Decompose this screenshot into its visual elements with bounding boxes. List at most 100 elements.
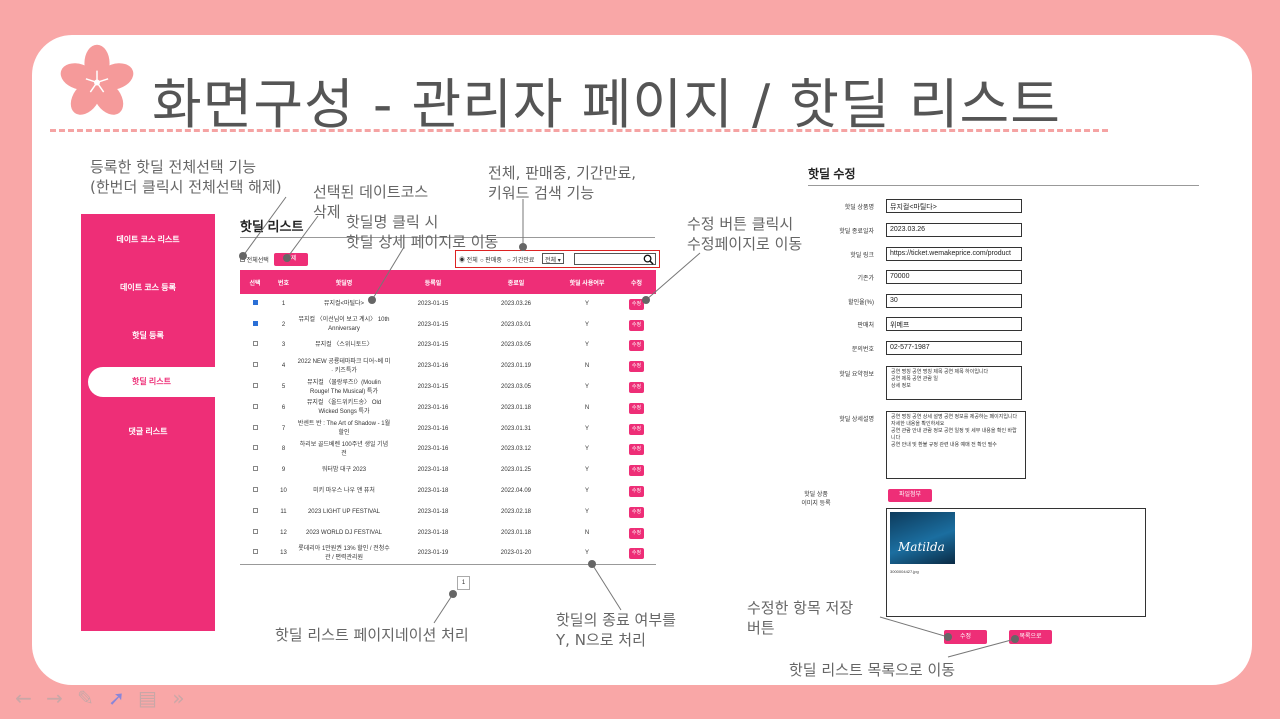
field-label-enddate: 핫딜 종료일자 [839,229,874,235]
table-row: 4 2022 NEW 공룡테마파크 디어~베 미 · 키즈특가 2023-01-16… [240,356,656,377]
row-checkbox[interactable] [252,362,258,368]
row-name-link[interactable]: 뮤지컬 〈이선님이 보고 계시〉 10th Anniversary [297,315,391,336]
pen-icon[interactable]: ✎ [70,686,101,710]
discount-input[interactable]: 30 [886,294,1022,308]
admin-sidebar: 데이트 코스 리스트 데이트 코스 등록 핫딜 등록 댓글 리스트 [81,214,215,631]
row-reg-date: 2023-01-18 [417,529,449,536]
end-date-input[interactable]: 2023.03.26 [886,223,1022,237]
pointer-icon[interactable]: ➚ [101,686,132,710]
next-arrow-icon[interactable]: → [39,686,70,710]
row-checkbox[interactable] [252,549,258,555]
row-edit-button[interactable]: 수정 [628,340,645,352]
row-checkbox[interactable] [252,487,258,493]
row-name-link[interactable]: 2023 WORLD DJ FESTIVAL [297,523,391,544]
annotation-filter: 전체, 판매중, 기간만료, 키워드 검색 기능 [488,164,637,202]
row-end-date: 2023.03.26 [500,300,532,307]
edit-title: 핫딜 수정 [808,167,856,181]
row-use-yn: N [584,529,590,536]
sidebar-item-date-course-register[interactable]: 데이트 코스 등록 [81,282,215,293]
row-name-link[interactable]: 반센트 반 : The Art of Shadow - 1월 할인 [297,419,391,440]
row-edit-button[interactable]: 수정 [628,527,645,539]
row-name-link[interactable]: 미키 마우스 나우 앤 퓨처 [297,481,391,502]
row-reg-date: 2023-01-18 [417,488,449,495]
delete-button[interactable]: 삭제 [274,253,308,266]
row-edit-button[interactable]: 수정 [628,361,645,373]
slides-icon[interactable]: ▤ [132,686,163,710]
table-row: 8 하리보 골드베렌 100주년 생일 기념 전 2023-01-16 2023.03… [240,440,656,461]
price-input[interactable]: 70000 [886,270,1022,284]
select-all-checkbox[interactable]: 전체선택 [240,255,269,264]
row-edit-button[interactable]: 수정 [628,486,645,498]
row-edit-button[interactable]: 수정 [628,402,645,414]
sidebar-item-comment-list[interactable]: 댓글 리스트 [81,426,215,437]
row-name-link[interactable]: 뮤지컬 〈올드위키드송〉 Old Wicked Songs 특가 [297,398,391,419]
attach-file-button[interactable]: 파일첨부 [888,489,932,502]
row-edit-button[interactable]: 수정 [628,382,645,394]
slideshow-toolbar: ← → ✎ ➚ ▤» [8,686,194,714]
more-icon[interactable]: » [163,686,194,710]
link-input[interactable]: https://ticket.wemakeprice.com/product [886,247,1022,261]
sidebar-item-hotdeal-register[interactable]: 핫딜 등록 [81,330,215,341]
row-use-yn: Y [584,384,589,391]
row-checkbox[interactable] [252,299,258,305]
table-row: 7 반센트 반 : The Art of Shadow - 1월 할인 2023-0… [240,419,656,440]
row-name-link[interactable]: 롯데리아 1만원권 13% 할인 / 전청수관 / 편력관리원 [297,543,391,565]
row-edit-button[interactable]: 수정 [628,465,645,477]
table-row: 10 미키 마우스 나우 앤 퓨처 2023-01-18 2022.04.09 Y 수정 [240,481,656,502]
row-name-link[interactable]: 뮤지컬<마틸다> [297,294,391,315]
hotdeal-name-input[interactable]: 뮤지컬<마틸다> [886,199,1022,213]
row-edit-button[interactable]: 수정 [628,298,645,310]
filter-onsale-radio[interactable]: ○ 판매중 [480,255,502,264]
row-reg-date: 2023-01-15 [417,321,449,328]
summary-textarea[interactable]: 공연 명칭 공연 명칭 제목 공연 제목 하이입니다 공연 제목 공연 관람 일… [886,366,1022,400]
seller-input[interactable]: 위메프 [886,317,1022,331]
detail-textarea[interactable]: 공연 명칭 공연 상세 설명 공연 정보를 제공하는 페이지입니다 자세한 내용… [886,411,1026,479]
row-checkbox[interactable] [252,320,258,326]
row-name-link[interactable]: 뮤지컬 〈물랑루즈!〉(Moulin Rouge! The Musical) 특… [297,377,391,398]
row-name-link[interactable]: 2022 NEW 공룡테마파크 디어~베 미 · 키즈특가 [297,356,391,377]
row-end-date: 2023.01.18 [500,529,532,536]
save-button[interactable]: 수정 [944,630,987,644]
row-edit-button[interactable]: 수정 [628,444,645,456]
row-checkbox[interactable] [252,445,258,451]
row-end-date: 2023-01-20 [475,543,557,565]
filter-expired-radio[interactable]: ○ 기간만료 [507,255,534,264]
filter-select[interactable]: 전체 ▾ [542,253,564,264]
row-checkbox[interactable] [252,528,258,534]
phone-input[interactable]: 02-577-1987 [886,341,1022,355]
pagination-page-1[interactable]: 1 [457,576,470,590]
row-edit-button[interactable]: 수정 [628,423,645,435]
col-header-end: 종료일 [475,270,557,294]
row-no: 9 [281,467,286,474]
row-reg-date: 2023-01-16 [417,446,449,453]
table-row: 13 롯데리아 1만원권 13% 할인 / 전청수관 / 편력관리원 2023-01… [240,543,656,565]
edit-divider [808,185,1199,186]
row-checkbox[interactable] [252,341,258,347]
row-no: 11 [280,508,287,515]
annotation-to-list: 핫딜 리스트 목록으로 이동 [789,661,956,679]
list-title: 핫딜 리스트 [240,219,304,234]
row-checkbox[interactable] [252,383,258,389]
row-name-link[interactable]: 뮤지컬 〈스위니토드〉 [297,336,391,357]
field-label-image: 핫딜 상품 이미지 등록 [801,492,831,507]
filter-all-radio[interactable]: ◉ 전체 [459,255,478,264]
row-name-link[interactable]: 하리보 골드베렌 100주년 생일 기념 전 [297,440,391,461]
row-checkbox[interactable] [252,466,258,472]
row-checkbox[interactable] [252,424,258,430]
back-to-list-button[interactable]: 목록으로 [1009,630,1052,644]
row-checkbox[interactable] [252,403,258,409]
row-name-link[interactable]: 워터밤 대구 2023 [297,460,391,481]
row-edit-button[interactable]: 수정 [628,319,645,331]
sidebar-item-hotdeal-list[interactable]: 핫딜 리스트 [88,367,215,397]
col-header-yn: 핫딜 사용여부 [557,270,617,294]
field-label-seller: 판매처 [857,323,874,329]
row-edit-button[interactable]: 수정 [628,506,645,518]
row-checkbox[interactable] [252,507,258,513]
row-no: 2 [281,321,286,328]
annotation-save: 수정한 항목 저장 버튼 [747,599,854,637]
prev-arrow-icon[interactable]: ← [8,686,39,710]
search-icon[interactable] [643,254,654,265]
row-edit-button[interactable]: 수정 [628,548,645,560]
row-name-link[interactable]: 2023 LIGHT UP FESTIVAL [297,502,391,523]
sidebar-item-date-course-list[interactable]: 데이트 코스 리스트 [81,234,215,245]
